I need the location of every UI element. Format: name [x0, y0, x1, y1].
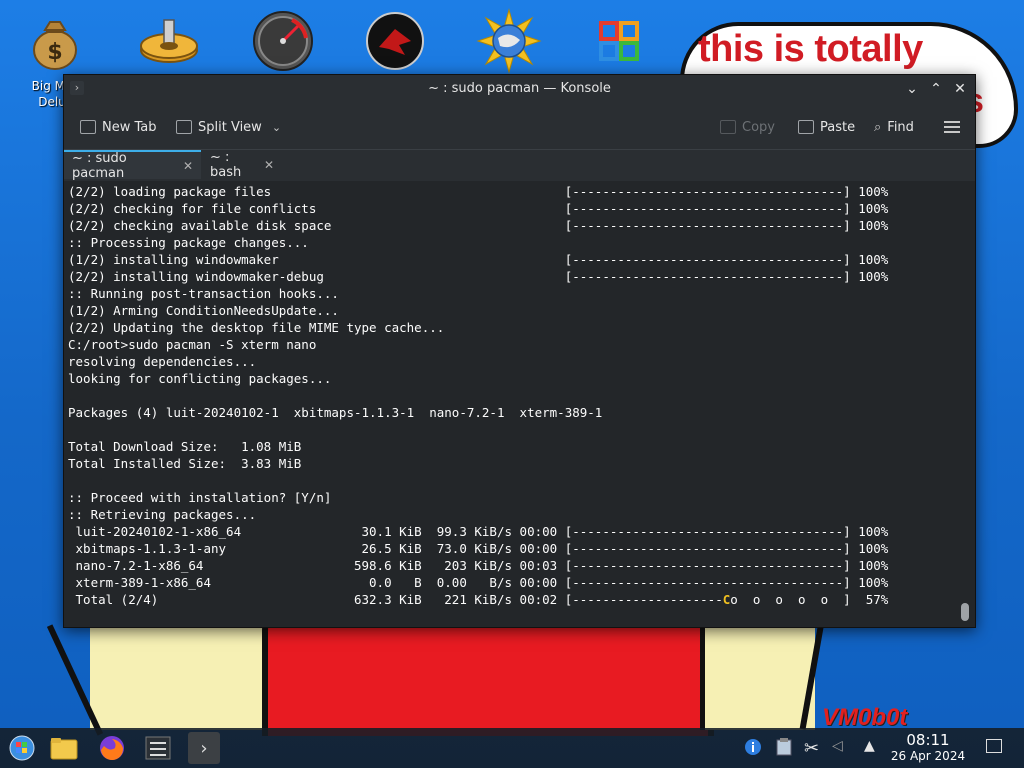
tab-bar: ~ : sudo pacman ✕ ~ : bash ✕ — [64, 149, 975, 182]
terminal-line-progress: Total (2/4) 632.3 KiB 221 KiB/s 00:02 [-… — [68, 592, 889, 607]
new-tab-button[interactable]: New Tab — [80, 117, 157, 137]
tab-bash[interactable]: ~ : bash ✕ — [202, 149, 282, 180]
red-emblem-icon[interactable] — [362, 8, 428, 74]
progress-prefix: Total (2/4) 632.3 KiB 221 KiB/s 00:02 [-… — [68, 592, 723, 607]
paste-button[interactable]: Paste — [798, 117, 855, 137]
terminal-line: (1/2) Arming ConditionNeedsUpdate... — [68, 303, 339, 318]
terminal-line: (1/2) installing windowmaker [----------… — [68, 252, 889, 267]
info-icon[interactable] — [744, 738, 762, 758]
split-view-label: Split View — [198, 119, 262, 135]
hamburger-menu-icon — [944, 118, 960, 136]
paste-icon — [798, 120, 814, 134]
minimize-button[interactable]: ⌄ — [902, 79, 922, 99]
terminal-line: :: Retrieving packages... — [68, 507, 257, 522]
terminal-line: luit-20240102-1-x86_64 30.1 KiB 99.3 KiB… — [75, 524, 889, 539]
terminal-line: (2/2) installing windowmaker-debug [----… — [68, 269, 889, 284]
terminal-line: :: Proceed with installation? [Y/n] — [68, 490, 332, 505]
terminal-line: C:/root>sudo pacman -S xterm nano — [68, 337, 317, 352]
close-tab-icon[interactable]: ✕ — [264, 158, 274, 172]
volume-icon[interactable]: ◁ — [832, 738, 843, 758]
mixer-button[interactable] — [142, 732, 174, 764]
gauge-icon[interactable] — [250, 8, 316, 74]
tab-label: ~ : bash — [210, 149, 242, 180]
konsole-window: › ~ : sudo pacman — Konsole ⌄ ⌃ ✕ New Ta… — [63, 74, 976, 628]
paste-label: Paste — [820, 119, 856, 135]
terminal-line: nano-7.2-1-x86_64 598.6 KiB 203 KiB/s 00… — [75, 558, 889, 573]
sun-globe-icon[interactable] — [476, 8, 542, 74]
terminal-line: looking for conflicting packages... — [68, 371, 332, 386]
firefox-icon — [100, 736, 124, 761]
folder-icon — [50, 738, 78, 760]
sliders-icon — [145, 736, 171, 760]
start-menu-button[interactable] — [6, 732, 38, 764]
title-bar[interactable]: › ~ : sudo pacman — Konsole ⌄ ⌃ ✕ — [64, 75, 975, 103]
windows-orb-icon — [9, 735, 35, 761]
terminal-line: Packages (4) luit-20240102-1 xbitmaps-1.… — [68, 405, 603, 420]
terminal-line: :: Running post-transaction hooks... — [68, 286, 339, 301]
terminal-line: Total Installed Size: 3.83 MiB — [68, 456, 302, 471]
tray-expand-icon[interactable]: ▲ — [864, 738, 875, 758]
clipboard-icon[interactable] — [776, 738, 792, 758]
terminal-line: (2/2) checking available disk space [---… — [68, 218, 889, 233]
new-tab-icon — [80, 120, 96, 134]
close-tab-icon[interactable]: ✕ — [183, 159, 193, 173]
firefox-button[interactable] — [96, 732, 128, 764]
tab-label: ~ : sudo pacman — [72, 150, 127, 181]
file-manager-button[interactable] — [48, 732, 80, 764]
split-view-button[interactable]: Split View ⌄ — [176, 117, 281, 137]
search-icon: ⌕ — [874, 119, 882, 135]
split-view-icon — [176, 120, 192, 134]
terminal-line: (2/2) Updating the desktop file MIME typ… — [68, 320, 445, 335]
show-desktop-icon[interactable] — [986, 739, 1002, 753]
window-title: ~ : sudo pacman — Konsole — [428, 81, 611, 96]
terminal-line: Total Download Size: 1.08 MiB — [68, 439, 302, 454]
copy-icon — [720, 120, 736, 134]
terminal-text: (2/2) loading package files [-----------… — [64, 181, 975, 608]
copy-label: Copy — [742, 119, 775, 135]
taskbar: › ✂ ◁ ▲ — [0, 728, 1024, 768]
terminal-line: :: Processing package changes... — [68, 235, 309, 250]
scrollbar-thumb[interactable] — [961, 603, 969, 621]
scissors-icon[interactable]: ✂ — [804, 738, 819, 759]
find-label: Find — [887, 119, 914, 135]
close-button[interactable]: ✕ — [950, 79, 970, 99]
colorful-knot-icon[interactable] — [586, 8, 652, 74]
clock-date: 26 Apr 2024 — [890, 749, 966, 763]
chevron-down-icon[interactable]: ⌄ — [272, 121, 281, 134]
copy-button[interactable]: Copy — [720, 117, 775, 137]
progress-suffix: o o o o o ] 57% — [730, 592, 889, 607]
money-bag-icon[interactable]: $ — [22, 8, 88, 74]
terminal-line: xbitmaps-1.1.3-1-any 26.5 KiB 73.0 KiB/s… — [75, 541, 889, 556]
toolbar: New Tab Split View ⌄ Copy Paste ⌕ Find — [64, 103, 975, 149]
hamburger-menu-button[interactable] — [944, 117, 960, 137]
maximize-button[interactable]: ⌃ — [926, 79, 946, 99]
terminal-line: (2/2) checking for file conflicts [-----… — [68, 201, 889, 216]
clock[interactable]: 08:11 26 Apr 2024 — [890, 731, 966, 764]
konsole-task-button[interactable]: › — [188, 732, 220, 764]
clock-time: 08:11 — [906, 731, 950, 749]
speech-bubble-text: this is totally — [698, 28, 923, 70]
terminal-line: xterm-389-1-x86_64 0.0 B 0.00 B/s 00:00 … — [75, 575, 889, 590]
terminal-output[interactable]: (2/2) loading package files [-----------… — [64, 181, 975, 627]
tab-sudo-pacman[interactable]: ~ : sudo pacman ✕ — [64, 150, 201, 181]
find-button[interactable]: ⌕ Find — [874, 117, 914, 137]
svg-text:$: $ — [47, 40, 62, 65]
gear-icon[interactable] — [136, 8, 202, 74]
terminal-line: (2/2) loading package files [-----------… — [68, 184, 889, 199]
terminal-line: resolving dependencies... — [68, 354, 257, 369]
terminal-prompt-icon: › — [200, 737, 208, 759]
scrollbar[interactable] — [961, 187, 969, 627]
new-tab-label: New Tab — [102, 119, 157, 135]
